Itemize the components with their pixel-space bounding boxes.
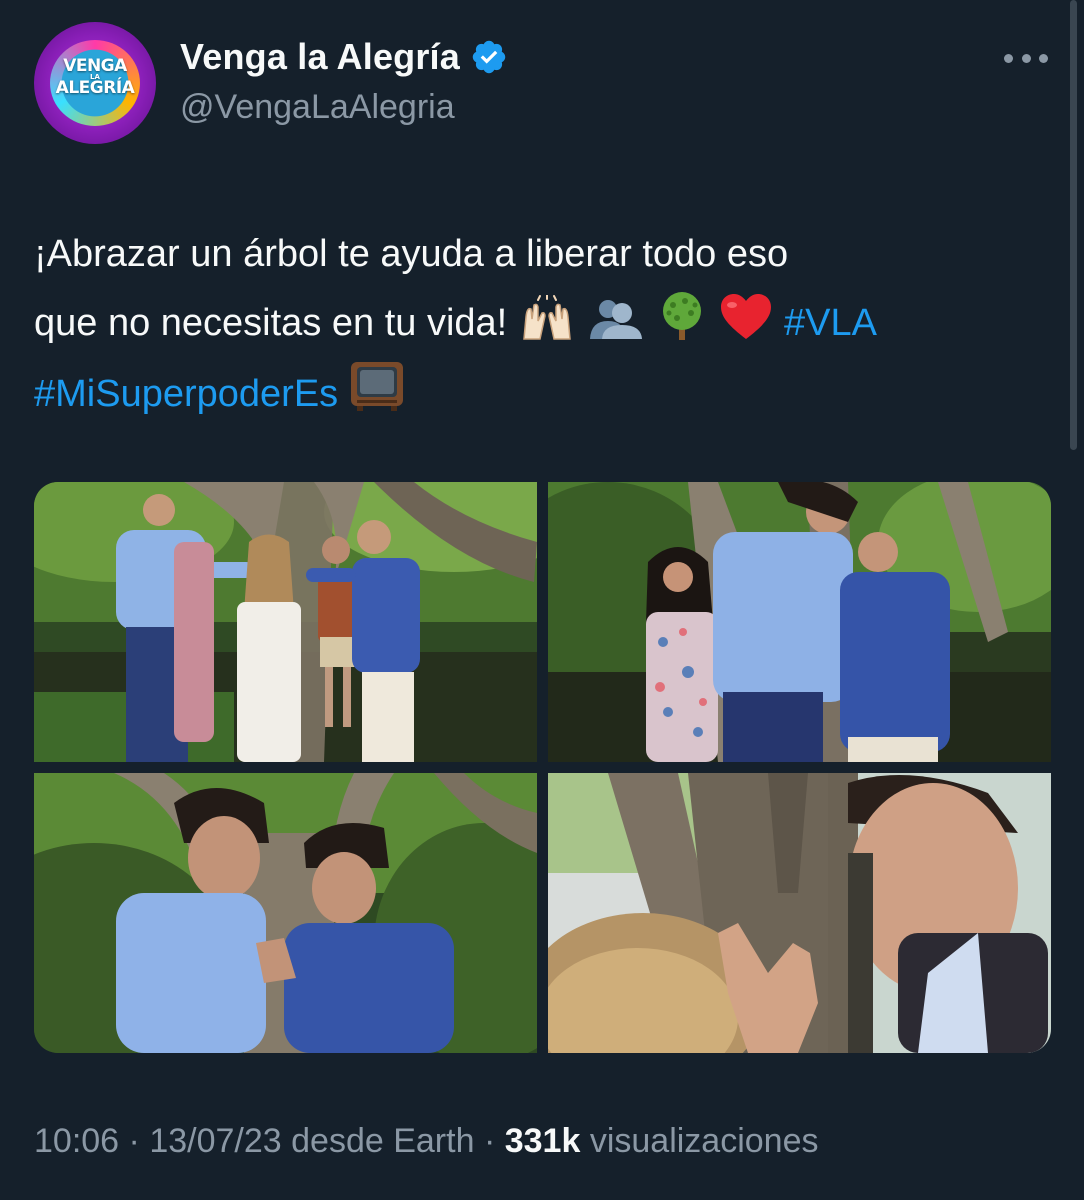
tweet-line-2-text: que no necesitas en tu vida! [34, 302, 508, 344]
separator: · [128, 1122, 150, 1160]
tree-emoji [662, 292, 701, 340]
verified-badge-icon [472, 40, 506, 74]
busts-emoji [590, 300, 643, 339]
avatar-logo-line1: VENGA [63, 56, 127, 76]
views-count: 331k [504, 1122, 581, 1160]
hashtag-misuperpoderes[interactable]: #MiSuperpoderEs [34, 373, 338, 415]
dot [1039, 53, 1048, 63]
scrollbar[interactable] [1070, 0, 1077, 450]
tweet-text: ¡Abrazar un árbol te ayuda a liberar tod… [34, 220, 1044, 429]
views-label: visualizaciones [589, 1122, 819, 1160]
photo-2[interactable] [548, 482, 1051, 762]
tweet-line-3: #MiSuperpoderEs [34, 358, 1044, 429]
photo-3-image [34, 773, 537, 1053]
author-name-row[interactable]: Venga la Alegría [180, 36, 508, 78]
display-name[interactable]: Venga la Alegría [180, 36, 460, 78]
more-options-icon[interactable] [1004, 50, 1048, 66]
photo-1-image [34, 482, 537, 762]
photo-2-image [548, 482, 1051, 762]
avatar-logo-line3: ALEGRÍA [55, 78, 135, 98]
avatar[interactable]: VENGA LA ALEGRÍA [34, 22, 156, 144]
photo-4-image [548, 773, 1051, 1053]
raised-hands-emoji [522, 295, 571, 340]
hashtag-vla[interactable]: #VLA [784, 302, 877, 344]
tweet-line-2: que no necesitas en tu vida! #VLA [34, 289, 1044, 358]
photo-3[interactable] [34, 773, 537, 1053]
tweet-source: desde Earth [291, 1122, 475, 1160]
tweet-date[interactable]: 13/07/23 [149, 1122, 281, 1160]
photo-1[interactable] [34, 482, 537, 762]
avatar-logo: VENGA LA ALEGRÍA [34, 56, 156, 98]
red-heart-emoji [721, 294, 772, 339]
separator: · [483, 1122, 505, 1160]
handle[interactable]: @VengaLaAlegria [180, 88, 455, 127]
tweet-time[interactable]: 10:06 [34, 1122, 119, 1160]
dot [1021, 53, 1031, 63]
media-grid [34, 482, 1051, 1053]
dot [1004, 53, 1013, 63]
tweet-detail: VENGA LA ALEGRÍA Venga la Alegría @Venga… [0, 0, 1084, 1200]
tweet-meta: 10:06 · 13/07/23 desde Earth · 331k visu… [34, 1122, 819, 1161]
television-emoji [350, 362, 403, 411]
tweet-line-1: ¡Abrazar un árbol te ayuda a liberar tod… [34, 233, 789, 275]
photo-4[interactable] [548, 773, 1051, 1053]
